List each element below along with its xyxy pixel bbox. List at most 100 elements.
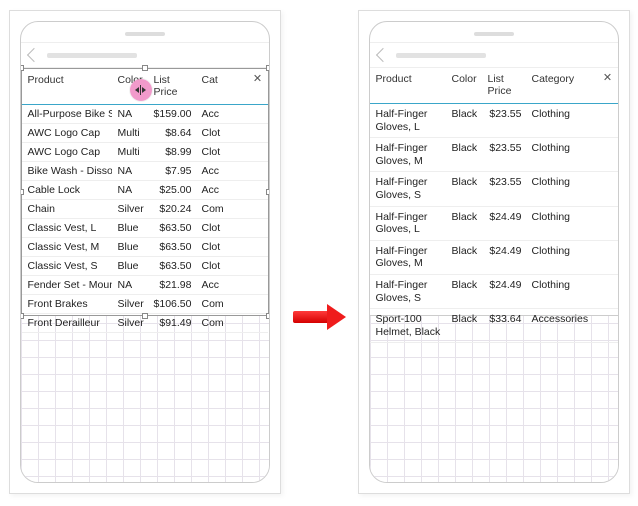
cell-price: $8.99 (148, 143, 196, 161)
cell-product: Front Brakes (22, 295, 112, 313)
cell-color: Blue (112, 257, 148, 275)
cell-product: Half-Finger Gloves, L (370, 207, 446, 240)
cell-category: Acc (196, 105, 268, 123)
cell-color: Black (446, 207, 482, 240)
cell-product: Sport-100 Helmet, Black (370, 309, 446, 342)
design-canvas[interactable]: Product Color List Price Cat ✕ All-Purpo… (21, 68, 269, 482)
cell-price: $33.64 (482, 309, 526, 342)
header-color[interactable]: Color (446, 68, 482, 103)
table-row[interactable]: Front BrakesSilver$106.50Com (22, 295, 268, 314)
close-icon[interactable]: ✕ (252, 73, 264, 85)
cell-product: Half-Finger Gloves, M (370, 138, 446, 171)
title-placeholder (396, 53, 486, 58)
comparison-container: Product Color List Price Cat ✕ All-Purpo… (9, 10, 630, 494)
resize-handle[interactable] (266, 65, 270, 71)
table-row[interactable]: AWC Logo CapMulti$8.64Clot (22, 124, 268, 143)
table-row[interactable]: Half-Finger Gloves, SBlack$23.55Clothing (370, 172, 618, 206)
table-body: All-Purpose Bike StandNA$159.00AccAWC Lo… (22, 105, 268, 333)
resize-handle[interactable] (142, 65, 148, 71)
cell-price: $7.95 (148, 162, 196, 180)
resize-handle[interactable] (20, 313, 24, 319)
left-panel: Product Color List Price Cat ✕ All-Purpo… (9, 10, 281, 494)
cell-product: All-Purpose Bike Stand (22, 105, 112, 123)
table-row[interactable]: ChainSilver$20.24Com (22, 200, 268, 219)
cell-category: Clot (196, 219, 268, 237)
table-row[interactable]: Bike Wash - DissolverNA$7.95Acc (22, 162, 268, 181)
cell-color: Black (446, 138, 482, 171)
cell-price: $23.55 (482, 104, 526, 137)
cell-category: Clothing (526, 241, 618, 274)
table-row[interactable]: Half-Finger Gloves, LBlack$23.55Clothing (370, 104, 618, 138)
cell-product: Half-Finger Gloves, M (370, 241, 446, 274)
table-row[interactable]: Half-Finger Gloves, LBlack$24.49Clothing (370, 207, 618, 241)
cell-color: Black (446, 241, 482, 274)
resize-handle[interactable] (266, 313, 270, 319)
title-placeholder (47, 53, 137, 58)
cell-price: $23.55 (482, 172, 526, 205)
table-visual[interactable]: Product Color List Price Category ✕ Half… (370, 68, 618, 316)
cell-color: Multi (112, 143, 148, 161)
close-icon[interactable]: ✕ (602, 72, 614, 84)
cell-category: Com (196, 314, 268, 332)
cell-price: $24.49 (482, 275, 526, 308)
table-row[interactable]: Half-Finger Gloves, SBlack$24.49Clothing (370, 275, 618, 309)
table-row[interactable]: Sport-100 Helmet, BlackBlack$33.64Access… (370, 309, 618, 343)
right-panel: Product Color List Price Category ✕ Half… (358, 10, 630, 494)
resize-handle[interactable] (20, 65, 24, 71)
cell-category: Com (196, 200, 268, 218)
transition-arrow-icon (293, 304, 346, 330)
cell-category: Acc (196, 276, 268, 294)
cell-category: Accessories (526, 309, 618, 342)
cell-category: Clot (196, 257, 268, 275)
cell-price: $25.00 (148, 181, 196, 199)
phone-speaker (125, 32, 165, 36)
cell-product: Classic Vest, S (22, 257, 112, 275)
cell-product: Half-Finger Gloves, S (370, 172, 446, 205)
cell-category: Clothing (526, 138, 618, 171)
header-price[interactable]: List Price (148, 69, 196, 104)
table-row[interactable]: Classic Vest, MBlue$63.50Clot (22, 238, 268, 257)
cell-price: $91.49 (148, 314, 196, 332)
table-row[interactable]: All-Purpose Bike StandNA$159.00Acc (22, 105, 268, 124)
column-resize-cursor-icon[interactable] (130, 79, 152, 101)
cell-color: Silver (112, 295, 148, 313)
table-row[interactable]: Classic Vest, SBlue$63.50Clot (22, 257, 268, 276)
table-row[interactable]: Fender Set - MountainNA$21.98Acc (22, 276, 268, 295)
resize-handle[interactable] (20, 189, 24, 195)
cell-category: Clot (196, 143, 268, 161)
cell-category: Clothing (526, 275, 618, 308)
header-price[interactable]: List Price (482, 68, 526, 103)
cell-product: Cable Lock (22, 181, 112, 199)
back-icon[interactable] (26, 48, 40, 62)
cell-color: NA (112, 276, 148, 294)
cell-category: Clot (196, 124, 268, 142)
cell-product: AWC Logo Cap (22, 143, 112, 161)
table-row[interactable]: Half-Finger Gloves, MBlack$24.49Clothing (370, 241, 618, 275)
header-product[interactable]: Product (370, 68, 446, 103)
cell-price: $20.24 (148, 200, 196, 218)
header-product[interactable]: Product (22, 69, 112, 104)
design-canvas[interactable]: Product Color List Price Category ✕ Half… (370, 68, 618, 482)
cell-color: Multi (112, 124, 148, 142)
cell-product: Half-Finger Gloves, S (370, 275, 446, 308)
cell-color: Black (446, 172, 482, 205)
table-visual[interactable]: Product Color List Price Cat ✕ All-Purpo… (21, 68, 269, 316)
cell-price: $24.49 (482, 207, 526, 240)
resize-handle[interactable] (266, 189, 270, 195)
phone-frame-left: Product Color List Price Cat ✕ All-Purpo… (20, 21, 270, 483)
cell-color: NA (112, 105, 148, 123)
table-row[interactable]: AWC Logo CapMulti$8.99Clot (22, 143, 268, 162)
table-body: Half-Finger Gloves, LBlack$23.55Clothing… (370, 104, 618, 343)
cell-color: Black (446, 104, 482, 137)
table-row[interactable]: Half-Finger Gloves, MBlack$23.55Clothing (370, 138, 618, 172)
cell-category: Acc (196, 162, 268, 180)
cell-category: Clothing (526, 207, 618, 240)
back-icon[interactable] (375, 48, 389, 62)
cell-product: Half-Finger Gloves, L (370, 104, 446, 137)
resize-handle[interactable] (142, 313, 148, 319)
cell-product: Chain (22, 200, 112, 218)
cell-price: $63.50 (148, 257, 196, 275)
table-row[interactable]: Cable LockNA$25.00Acc (22, 181, 268, 200)
table-row[interactable]: Classic Vest, LBlue$63.50Clot (22, 219, 268, 238)
cell-category: Clothing (526, 172, 618, 205)
